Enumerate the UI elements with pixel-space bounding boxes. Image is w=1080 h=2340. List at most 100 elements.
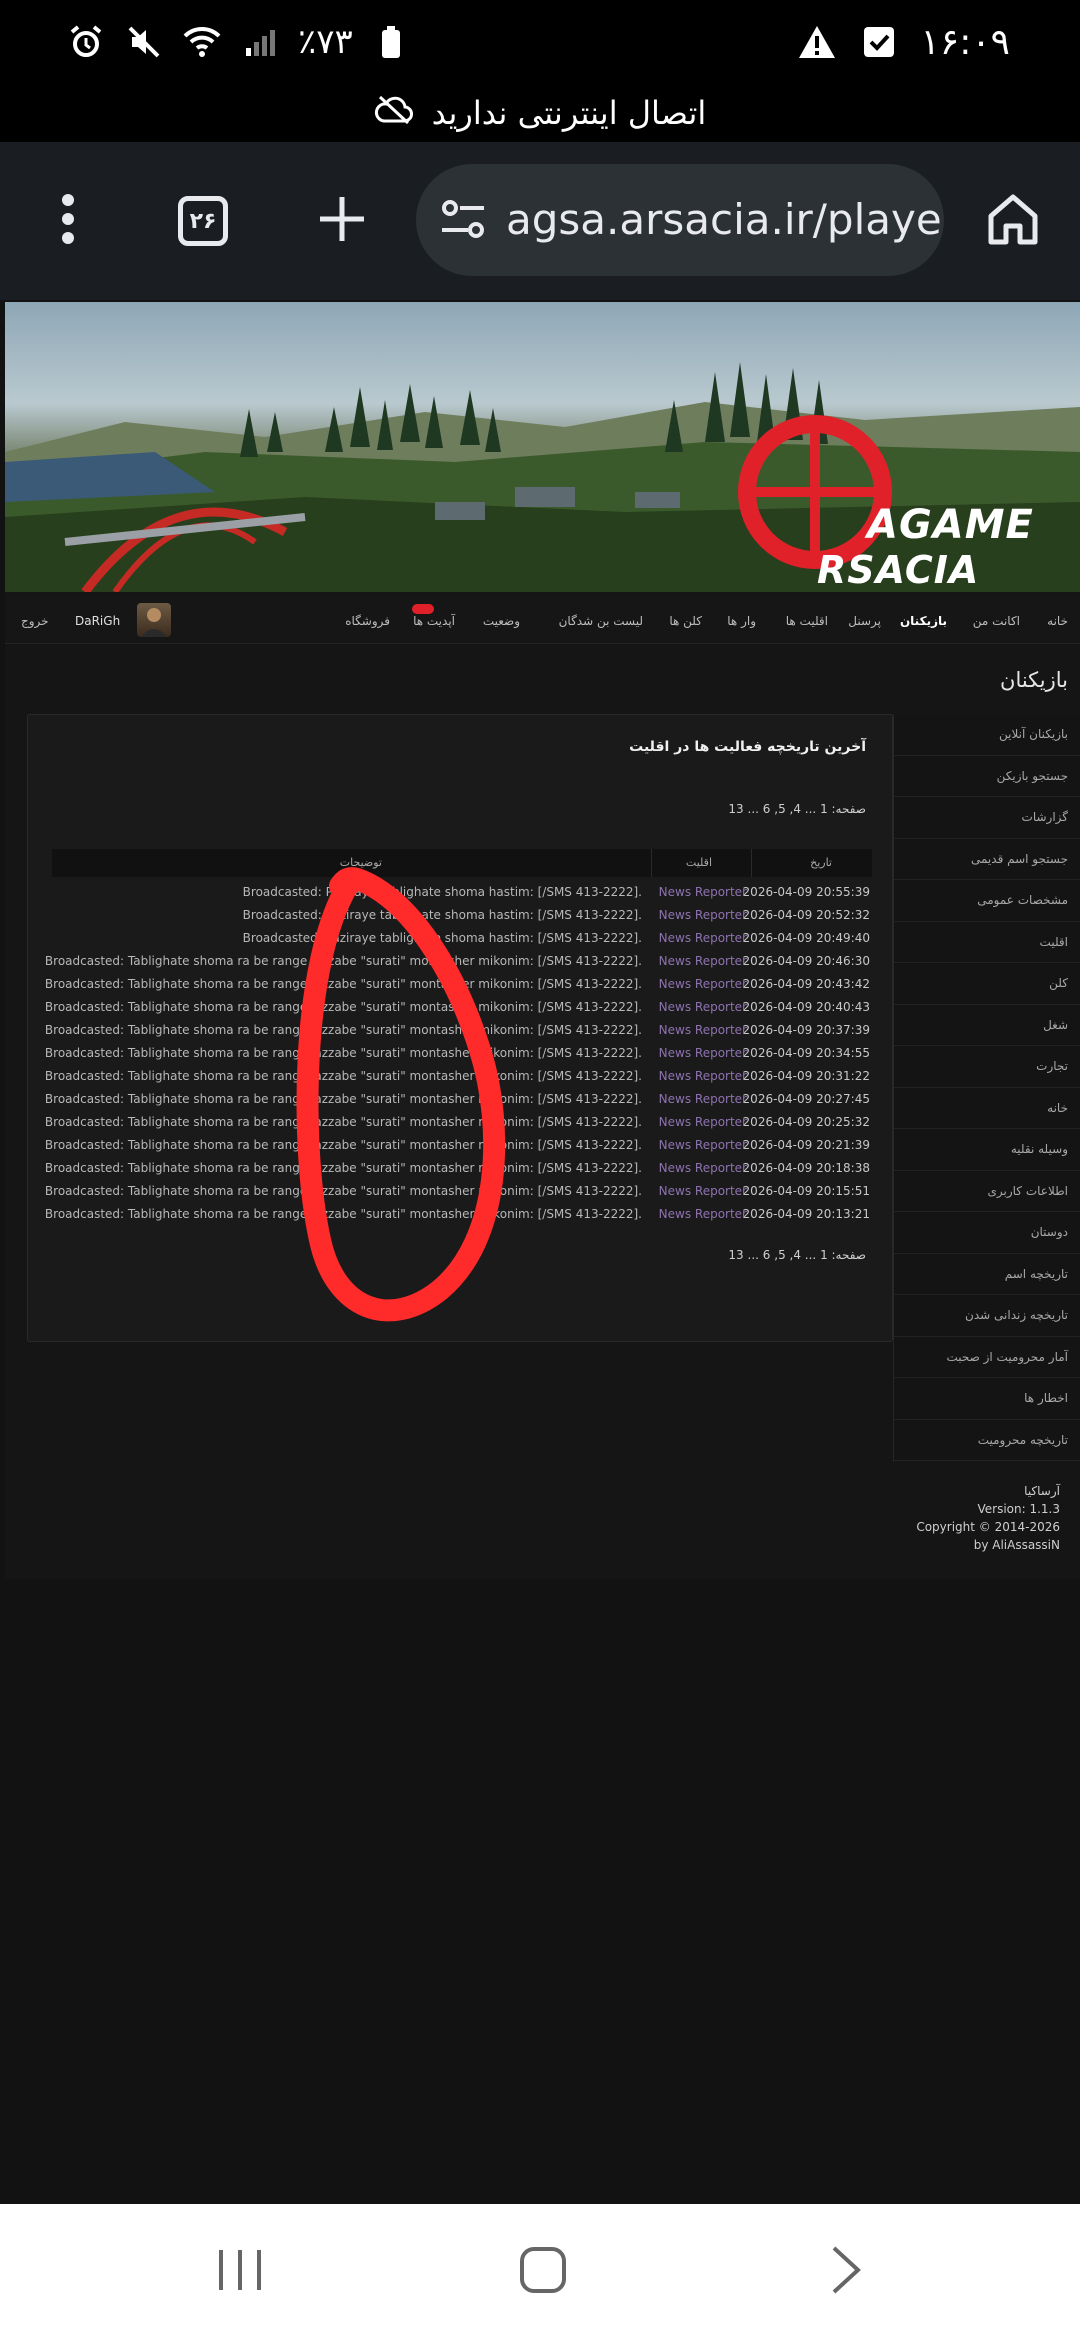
row-date: 2026-04-09 20:15:51 (742, 1184, 870, 1198)
new-tab-button[interactable] (302, 181, 382, 261)
nav-minorities[interactable]: اقلیت ها (786, 598, 828, 644)
row-minority[interactable]: News Reporter (659, 1203, 747, 1226)
menu-button[interactable] (28, 181, 108, 261)
more-vert-icon (61, 193, 75, 249)
nav-players[interactable]: بازیکنان (900, 598, 947, 644)
side-item-ban-history[interactable]: تاریخچه محرومیت (894, 1420, 1080, 1461)
side-item-warnings[interactable]: اخطار ها (894, 1378, 1080, 1420)
row-minority[interactable]: News Reporter (659, 904, 747, 927)
home-button[interactable] (973, 181, 1053, 261)
side-item-name-history[interactable]: تاریخچه اسم (894, 1254, 1080, 1295)
footer-version: Version: 1.1.3 (977, 1502, 1060, 1516)
nav-clans[interactable]: کلن ها (669, 598, 702, 644)
row-description: Broadcasted: Paziraye tablighate shoma h… (242, 908, 642, 922)
panel-title: آخرین تاریخچه فعالیت ها در اقلیت (629, 739, 866, 755)
logo-line2: RSACIA (817, 548, 980, 592)
nav-home[interactable]: خانه (1047, 598, 1068, 644)
row-date: 2026-04-09 20:55:39 (742, 885, 870, 899)
row-minority[interactable]: News Reporter (659, 1088, 747, 1111)
logo-line1: AGAME (867, 502, 1034, 548)
nav-wars[interactable]: وار ها (727, 598, 756, 644)
side-item-jail-history[interactable]: تاریخچه زندانی شدن (894, 1295, 1080, 1337)
side-item-friends[interactable]: دوستان (894, 1212, 1080, 1254)
nav-ban-list[interactable]: لیست بن شدگان (559, 598, 643, 644)
table-row: 2026-04-09 20:46:30 News Reporter Broadc… (45, 950, 872, 973)
row-minority[interactable]: News Reporter (659, 927, 747, 950)
nav-shop[interactable]: فروشگاه (345, 598, 390, 644)
row-date: 2026-04-09 20:21:39 (742, 1138, 870, 1152)
table-row: 2026-04-09 20:15:51 News Reporter Broadc… (45, 1180, 872, 1203)
row-minority[interactable]: News Reporter (659, 1157, 747, 1180)
home-nav-icon (518, 2245, 568, 2299)
side-item-job[interactable]: شغل (894, 1005, 1080, 1046)
table-row: 2026-04-09 20:34:55 News Reporter Broadc… (45, 1042, 872, 1065)
cloud-off-icon (374, 93, 414, 133)
row-description: Broadcasted: Tablighate shoma ra be rang… (44, 1046, 642, 1060)
recents-button[interactable] (180, 2232, 300, 2312)
side-item-clan[interactable]: کلن (894, 963, 1080, 1005)
header-date: تاریخ (810, 856, 832, 869)
row-minority[interactable]: News Reporter (659, 1180, 747, 1203)
tab-count: ۲۶ (178, 196, 228, 246)
table-header: تاریخ اقلیت توضیحات (52, 849, 872, 877)
footer-site-name: آرساکیا (1024, 1484, 1060, 1498)
side-item-search-player[interactable]: جستجو بازیکن (894, 756, 1080, 797)
url-text[interactable]: agsa.arsacia.ir/playe (506, 164, 942, 276)
side-item-online-players[interactable]: بازیکنان آنلاین (894, 714, 1080, 756)
activity-table: تاریخ اقلیت توضیحات 2026-04-09 20:55:39 … (45, 849, 872, 1226)
header-banner: AGAME RSACIA (5, 302, 1080, 592)
screen: ٪۷۳ ۱۶:۰۹ اتصال اینترنتی ندارید ۲۶ agsa.… (0, 0, 1080, 2340)
clock: ۱۶:۰۹ (920, 21, 1010, 63)
row-description: Broadcasted: Tablighate shoma ra be rang… (44, 1161, 642, 1175)
row-minority[interactable]: News Reporter (659, 1111, 747, 1134)
row-minority[interactable]: News Reporter (659, 1042, 747, 1065)
side-item-general-info[interactable]: مشخصات عمومی (894, 880, 1080, 922)
row-date: 2026-04-09 20:27:45 (742, 1092, 870, 1106)
tab-switcher-button[interactable]: ۲۶ (163, 181, 243, 261)
side-item-trade[interactable]: تجارت (894, 1046, 1080, 1088)
row-date: 2026-04-09 20:46:30 (742, 954, 870, 968)
status-left: ٪۷۳ (66, 20, 411, 64)
page-title: بازیکنان (1000, 668, 1068, 692)
nav-my-account[interactable]: اکانت من (973, 598, 1020, 644)
row-description: Broadcasted: Tablighate shoma ra be rang… (44, 1069, 642, 1083)
nav-status[interactable]: وضعیت (483, 598, 520, 644)
side-menu: بازیکنان آنلاین جستجو بازیکن گزارشات جست… (893, 714, 1080, 1462)
table-row: 2026-04-09 20:18:38 News Reporter Broadc… (45, 1157, 872, 1180)
username[interactable]: DaRiGh (75, 598, 120, 644)
side-item-user-info[interactable]: اطلاعات کاربری (894, 1171, 1080, 1212)
alarm-icon (66, 22, 106, 62)
table-row: 2026-04-09 20:31:22 News Reporter Broadc… (45, 1065, 872, 1088)
system-nav-bar (0, 2204, 1080, 2340)
row-minority[interactable]: News Reporter (659, 881, 747, 904)
side-item-minority[interactable]: اقلیت (894, 922, 1080, 963)
side-item-vehicle[interactable]: وسیله نقلیه (894, 1129, 1080, 1171)
site-container: AGAME RSACIA خانه اکانت من بازیکنان پرسن… (5, 302, 1080, 1579)
url-bar[interactable]: agsa.arsacia.ir/playe (416, 164, 944, 276)
row-description: Broadcasted: Tablighate shoma ra be rang… (44, 1138, 642, 1152)
side-item-old-name-search[interactable]: جستجو اسم قدیمی (894, 839, 1080, 880)
pager-top[interactable]: صفحه: 1 ... 4, 5, 6 ... 13 (728, 799, 866, 819)
home-icon (986, 192, 1040, 250)
logout-link[interactable]: خروج (21, 598, 49, 644)
row-minority[interactable]: News Reporter (659, 1065, 747, 1088)
pager-bottom[interactable]: صفحه: 1 ... 4, 5, 6 ... 13 (728, 1245, 866, 1265)
avatar[interactable] (137, 603, 171, 637)
row-minority[interactable]: News Reporter (659, 1134, 747, 1157)
side-item-house[interactable]: خانه (894, 1088, 1080, 1129)
row-minority[interactable]: News Reporter (659, 996, 747, 1019)
side-item-reports[interactable]: گزارشات (894, 797, 1080, 839)
wifi-icon (182, 22, 222, 62)
table-row: 2026-04-09 20:55:39 News Reporter Broadc… (52, 881, 872, 904)
offline-banner: اتصال اینترنتی ندارید (0, 84, 1080, 142)
nav-staff[interactable]: پرسنل (848, 598, 881, 644)
row-minority[interactable]: News Reporter (659, 973, 747, 996)
table-row: 2026-04-09 20:37:39 News Reporter Broadc… (45, 1019, 872, 1042)
back-button[interactable] (786, 2232, 906, 2312)
site-settings-icon[interactable] (438, 194, 488, 248)
row-minority[interactable]: News Reporter (659, 1019, 747, 1042)
side-item-mute-stats[interactable]: آمار محرومیت از صحبت (894, 1337, 1080, 1378)
home-nav-button[interactable] (483, 2232, 603, 2312)
row-minority[interactable]: News Reporter (659, 950, 747, 973)
web-page: AGAME RSACIA خانه اکانت من بازیکنان پرسن… (0, 300, 1080, 2204)
